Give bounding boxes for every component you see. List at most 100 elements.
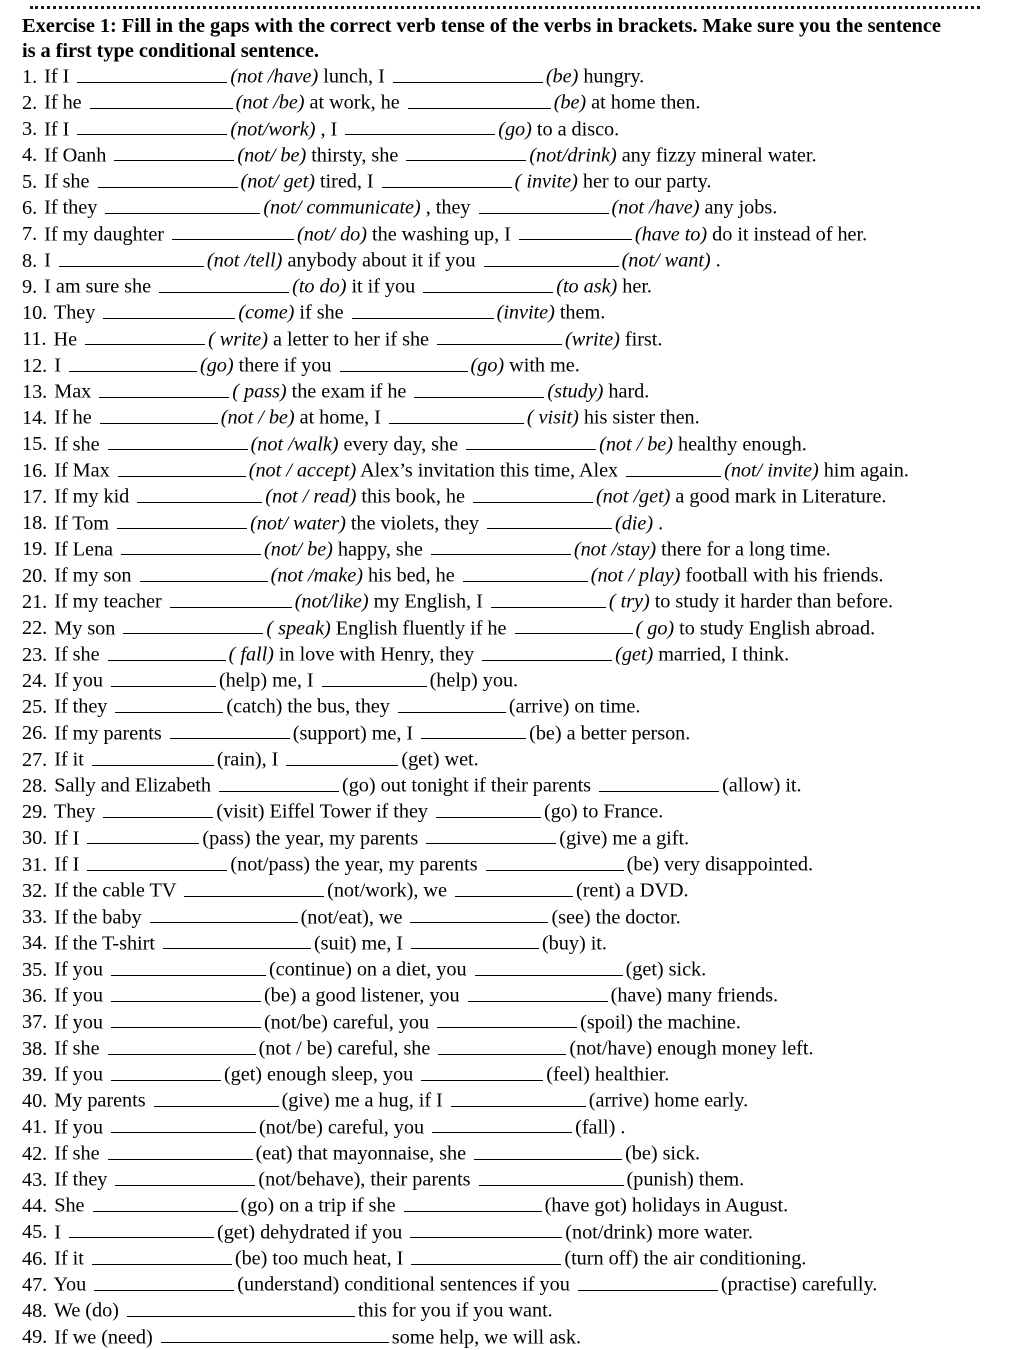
answer-blank[interactable] bbox=[388, 404, 524, 425]
answer-blank[interactable] bbox=[414, 378, 545, 398]
sentence-text: English fluently if he bbox=[335, 617, 507, 640]
answer-blank[interactable] bbox=[450, 1087, 586, 1108]
answer-blank[interactable] bbox=[92, 1192, 238, 1213]
answer-blank[interactable] bbox=[87, 851, 228, 871]
answer-blank[interactable] bbox=[153, 1087, 279, 1108]
answer-blank[interactable] bbox=[397, 693, 506, 714]
answer-blank[interactable] bbox=[407, 89, 551, 109]
answer-blank[interactable] bbox=[321, 667, 427, 687]
answer-blank[interactable] bbox=[115, 693, 224, 714]
answer-blank[interactable] bbox=[99, 378, 230, 398]
answer-blank[interactable] bbox=[421, 720, 527, 740]
answer-blank[interactable] bbox=[68, 352, 197, 372]
answer-blank[interactable] bbox=[99, 404, 218, 425]
answer-blank[interactable] bbox=[107, 641, 226, 661]
answer-blank[interactable] bbox=[432, 1114, 573, 1134]
answer-blank[interactable] bbox=[94, 1271, 235, 1291]
answer-blank[interactable] bbox=[110, 667, 216, 687]
verb-cue: (not/drink) bbox=[565, 1221, 653, 1244]
answer-blank[interactable] bbox=[381, 168, 512, 188]
answer-blank[interactable] bbox=[454, 877, 573, 897]
answer-blank[interactable] bbox=[97, 168, 238, 188]
answer-blank[interactable] bbox=[478, 1166, 624, 1186]
answer-blank[interactable] bbox=[467, 982, 608, 1002]
answer-blank[interactable] bbox=[421, 1061, 544, 1081]
answer-blank[interactable] bbox=[169, 588, 292, 608]
answer-blank[interactable] bbox=[438, 1035, 567, 1055]
answer-blank[interactable] bbox=[474, 1140, 623, 1160]
answer-blank[interactable] bbox=[110, 982, 261, 1002]
answer-blank[interactable] bbox=[184, 877, 325, 897]
answer-blank[interactable] bbox=[472, 483, 593, 503]
answer-blank[interactable] bbox=[159, 273, 290, 293]
exercise-item: 47. You (understand) conditional sentenc… bbox=[22, 1271, 994, 1297]
answer-blank[interactable] bbox=[105, 194, 261, 214]
answer-blank[interactable] bbox=[139, 562, 268, 582]
answer-blank[interactable] bbox=[483, 247, 619, 267]
answer-blank[interactable] bbox=[286, 746, 399, 766]
answer-blank[interactable] bbox=[485, 851, 624, 871]
answer-blank[interactable] bbox=[103, 299, 236, 320]
answer-blank[interactable] bbox=[169, 720, 290, 740]
answer-blank[interactable] bbox=[91, 746, 214, 766]
answer-blank[interactable] bbox=[115, 1166, 256, 1186]
answer-blank[interactable] bbox=[626, 457, 722, 477]
answer-blank[interactable] bbox=[436, 798, 542, 819]
answer-blank[interactable] bbox=[577, 1271, 718, 1291]
answer-blank[interactable] bbox=[411, 1245, 562, 1265]
answer-blank[interactable] bbox=[410, 1219, 563, 1239]
answer-blank[interactable] bbox=[107, 1035, 256, 1055]
answer-blank[interactable] bbox=[172, 221, 295, 241]
answer-blank[interactable] bbox=[487, 510, 613, 530]
answer-blank[interactable] bbox=[68, 1219, 214, 1239]
answer-blank[interactable] bbox=[89, 89, 233, 109]
answer-blank[interactable] bbox=[430, 536, 571, 556]
answer-blank[interactable] bbox=[219, 772, 340, 792]
answer-blank[interactable] bbox=[410, 904, 549, 924]
answer-blank[interactable] bbox=[107, 1140, 253, 1160]
answer-blank[interactable] bbox=[110, 1009, 261, 1029]
answer-blank[interactable] bbox=[462, 562, 588, 582]
answer-blank[interactable] bbox=[85, 326, 206, 346]
answer-blank[interactable] bbox=[110, 956, 266, 976]
answer-blank[interactable] bbox=[490, 588, 606, 608]
answer-blank[interactable] bbox=[478, 194, 609, 214]
answer-blank[interactable] bbox=[482, 641, 613, 661]
answer-blank[interactable] bbox=[345, 116, 496, 136]
answer-blank[interactable] bbox=[351, 299, 494, 320]
answer-blank[interactable] bbox=[114, 142, 235, 162]
answer-blank[interactable] bbox=[514, 615, 633, 635]
answer-blank[interactable] bbox=[77, 63, 228, 83]
answer-blank[interactable] bbox=[437, 326, 563, 346]
answer-blank[interactable] bbox=[117, 510, 248, 530]
answer-blank[interactable] bbox=[160, 1324, 389, 1344]
answer-blank[interactable] bbox=[423, 273, 554, 293]
verb-cue: (suit) bbox=[313, 932, 357, 955]
answer-blank[interactable] bbox=[58, 247, 204, 267]
answer-blank[interactable] bbox=[410, 930, 539, 950]
answer-blank[interactable] bbox=[117, 457, 246, 477]
answer-blank[interactable] bbox=[474, 956, 623, 976]
answer-blank[interactable] bbox=[110, 1114, 256, 1134]
answer-blank[interactable] bbox=[103, 798, 214, 819]
answer-blank[interactable] bbox=[403, 1192, 542, 1213]
answer-blank[interactable] bbox=[123, 615, 264, 635]
answer-blank[interactable] bbox=[518, 221, 632, 241]
answer-blank[interactable] bbox=[121, 536, 262, 556]
answer-blank[interactable] bbox=[599, 772, 720, 792]
answer-blank[interactable] bbox=[437, 1009, 578, 1029]
answer-blank[interactable] bbox=[406, 142, 527, 162]
answer-blank[interactable] bbox=[107, 431, 248, 451]
answer-blank[interactable] bbox=[137, 483, 263, 503]
answer-blank[interactable] bbox=[87, 825, 200, 845]
answer-blank[interactable] bbox=[91, 1245, 232, 1265]
answer-blank[interactable] bbox=[110, 1061, 221, 1081]
answer-blank[interactable] bbox=[126, 1297, 355, 1318]
answer-blank[interactable] bbox=[162, 930, 311, 950]
answer-blank[interactable] bbox=[339, 352, 468, 372]
answer-blank[interactable] bbox=[149, 904, 298, 924]
answer-blank[interactable] bbox=[426, 825, 557, 845]
answer-blank[interactable] bbox=[466, 431, 597, 451]
answer-blank[interactable] bbox=[392, 63, 543, 83]
answer-blank[interactable] bbox=[77, 116, 228, 136]
